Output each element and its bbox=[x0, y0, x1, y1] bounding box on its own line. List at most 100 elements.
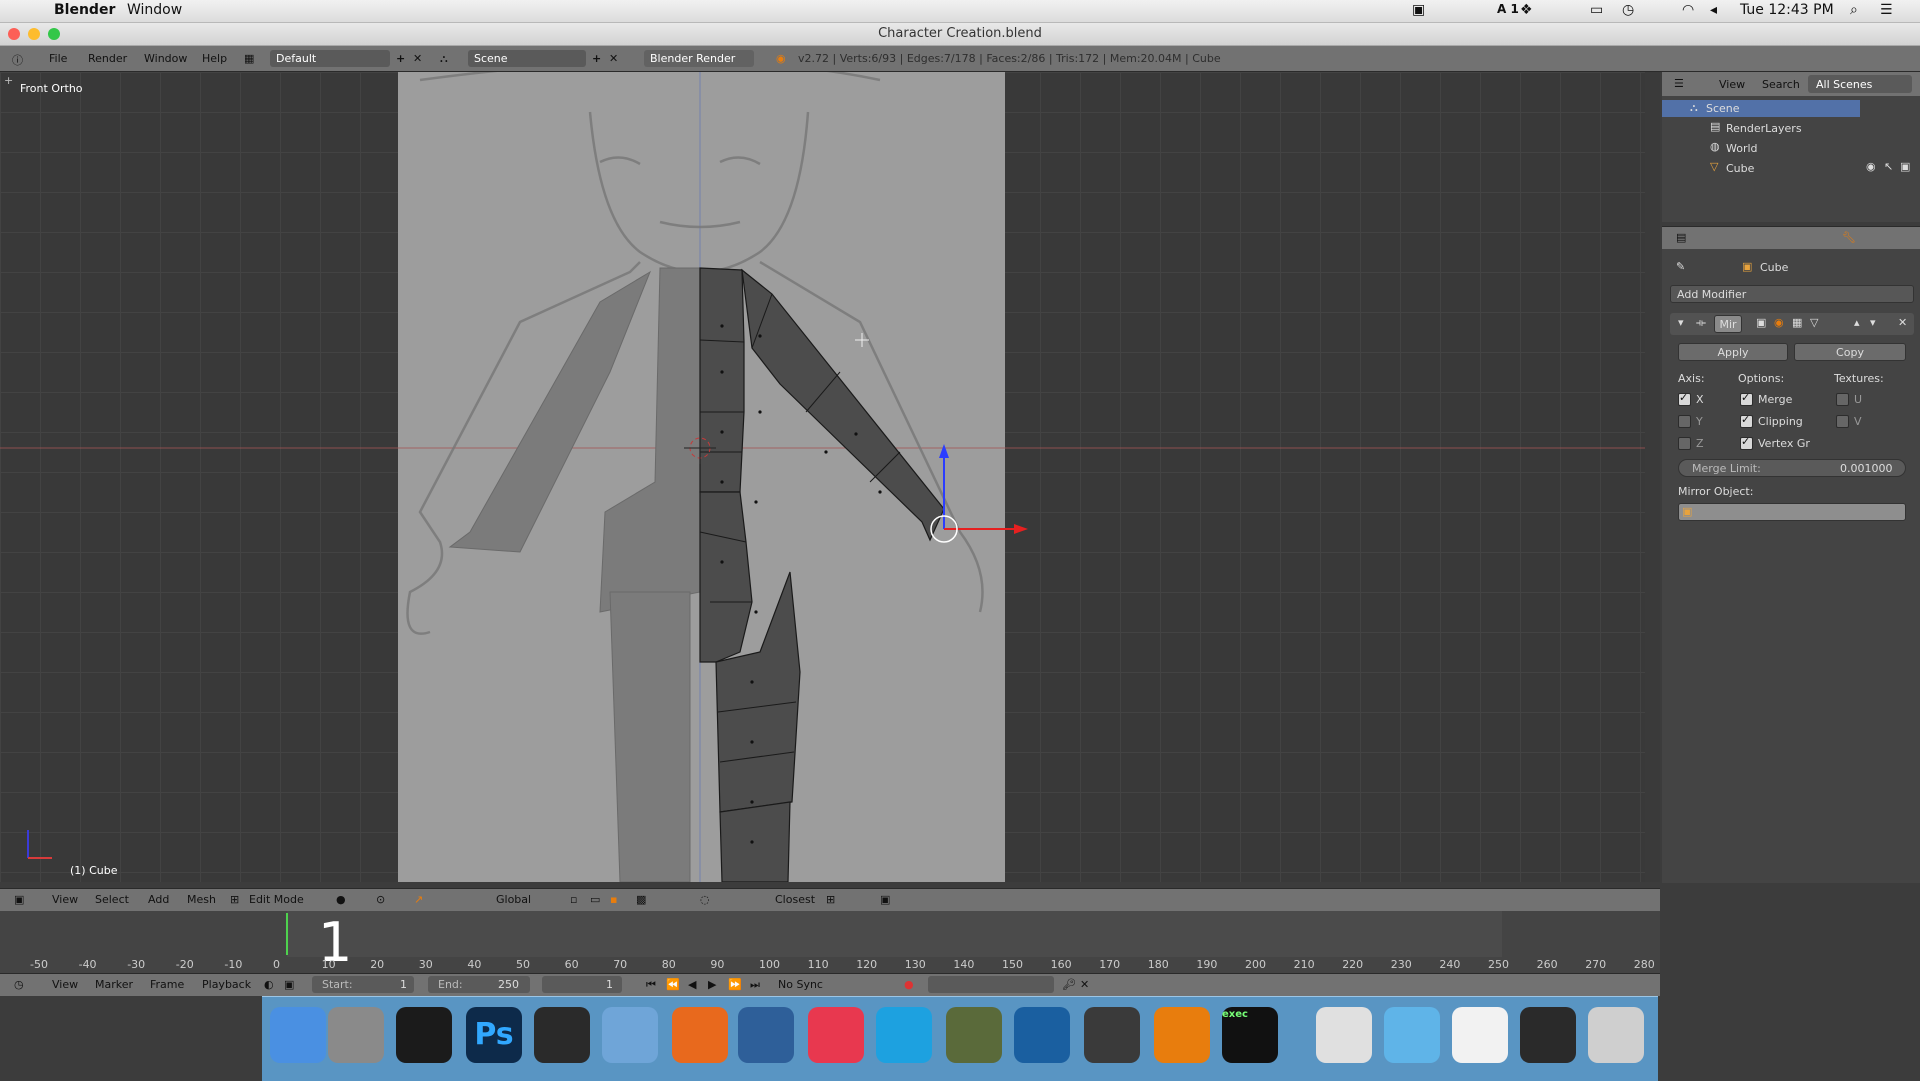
cage-display-icon[interactable]: ▽ bbox=[1810, 316, 1818, 329]
viewport-display-icon[interactable]: ◉ bbox=[1774, 316, 1784, 329]
mode-select[interactable]: Edit Mode bbox=[249, 893, 304, 906]
outliner-item-label[interactable]: Scene bbox=[1706, 102, 1740, 115]
timeline-editor-icon[interactable]: ◷ bbox=[14, 978, 24, 991]
render-display-icon[interactable]: ▦ bbox=[1792, 316, 1802, 329]
3d-viewport[interactable]: Front Ortho (1) Cube + + bbox=[0, 72, 1660, 882]
outliner-tab-view[interactable]: View bbox=[1719, 78, 1745, 91]
add-modifier-dropdown[interactable]: Add Modifier bbox=[1670, 285, 1914, 303]
vertex-select-icon[interactable]: ▫ bbox=[570, 893, 577, 906]
outliner-editor-icon[interactable]: ☰ bbox=[1674, 77, 1684, 90]
menu-window-blender[interactable]: Window bbox=[144, 52, 187, 65]
add-scene-icon[interactable]: + bbox=[592, 52, 601, 65]
jump-start-icon[interactable]: ⏮ bbox=[646, 978, 656, 992]
notification-center-icon[interactable]: ☰ bbox=[1880, 2, 1893, 18]
trash-icon[interactable] bbox=[1588, 1007, 1644, 1063]
render-camera-icon[interactable]: ▣ bbox=[1900, 160, 1910, 173]
preview-icon[interactable] bbox=[602, 1007, 658, 1063]
tl-menu-view[interactable]: View bbox=[52, 978, 78, 991]
merge-checkbox[interactable] bbox=[1740, 391, 1753, 406]
play-icon[interactable]: ▶ bbox=[708, 978, 716, 991]
close-window-button[interactable] bbox=[8, 28, 20, 40]
minimize-window-button[interactable] bbox=[28, 28, 40, 40]
apply-button[interactable]: Apply bbox=[1678, 343, 1788, 361]
tl-menu-frame[interactable]: Frame bbox=[150, 978, 184, 991]
render-engine-select[interactable]: Blender Render bbox=[644, 50, 754, 67]
delete-keyframe-icon[interactable]: ✕ bbox=[1080, 978, 1089, 991]
modifier-name-field[interactable]: Mir bbox=[1714, 315, 1742, 333]
outliner-tab-search[interactable]: Search bbox=[1762, 78, 1800, 91]
scene-field[interactable]: Scene bbox=[468, 50, 586, 67]
outliner-item-label[interactable]: World bbox=[1726, 142, 1758, 155]
play-reverse-icon[interactable]: ◀ bbox=[688, 978, 696, 991]
insert-keyframe-icon[interactable]: 🔑︎ bbox=[1062, 978, 1076, 991]
sourcetree-icon[interactable] bbox=[1014, 1007, 1070, 1063]
orientation-select[interactable]: Global bbox=[496, 893, 531, 906]
pivot-point-icon[interactable]: ⊙ bbox=[376, 893, 385, 906]
viewport-shading-icon[interactable]: ● bbox=[336, 893, 346, 906]
spotlight-icon[interactable]: ⌕ bbox=[1850, 2, 1858, 18]
menu-window[interactable]: Window bbox=[127, 2, 182, 18]
app-icon[interactable] bbox=[946, 1007, 1002, 1063]
chevron-down-icon[interactable]: ▾ bbox=[1678, 316, 1684, 329]
plus-icon[interactable]: + bbox=[4, 74, 13, 87]
modifier-tab-wrench-icon[interactable]: 🔧︎ bbox=[1842, 231, 1856, 244]
remove-scene-icon[interactable]: ✕ bbox=[609, 52, 618, 65]
zoom-window-button[interactable] bbox=[48, 28, 60, 40]
preview-range-icon[interactable]: ◐ bbox=[264, 978, 274, 991]
unity-icon[interactable] bbox=[534, 1007, 590, 1063]
folder-icon[interactable] bbox=[1384, 1007, 1440, 1063]
screen-layout-field[interactable]: Default bbox=[270, 50, 390, 67]
copy-button[interactable]: Copy bbox=[1794, 343, 1906, 361]
remove-modifier-icon[interactable]: ✕ bbox=[1898, 316, 1907, 329]
viewport-scrollbar[interactable] bbox=[1645, 72, 1660, 882]
tl-menu-playback[interactable]: Playback bbox=[202, 978, 251, 991]
wireshark-icon[interactable] bbox=[738, 1007, 794, 1063]
document-icon[interactable] bbox=[1452, 1007, 1508, 1063]
remove-screen-icon[interactable]: ✕ bbox=[413, 52, 422, 65]
menu-add[interactable]: Add bbox=[148, 893, 169, 906]
time-machine-icon[interactable]: ◷ bbox=[1622, 2, 1634, 18]
display-icon[interactable] bbox=[1520, 1007, 1576, 1063]
limit-selection-icon[interactable]: ▩ bbox=[636, 893, 646, 906]
manipulator-icon[interactable]: ↗ bbox=[414, 893, 423, 906]
volume-icon[interactable]: ◂ bbox=[1710, 2, 1717, 18]
camera-icon[interactable]: ▣ bbox=[1412, 2, 1425, 18]
axis-z-checkbox[interactable] bbox=[1678, 437, 1691, 450]
pin-icon[interactable]: ✎ bbox=[1676, 260, 1685, 273]
firefox-icon[interactable] bbox=[672, 1007, 728, 1063]
tl-menu-marker[interactable]: Marker bbox=[95, 978, 133, 991]
mirror-object-field[interactable] bbox=[1678, 503, 1906, 521]
timeline[interactable]: 1 -50 -40 -30 -20 -10 0 10 20 30 40 50 60 70 80 90 100 1… bbox=[0, 911, 1660, 974]
move-down-icon[interactable]: ▾ bbox=[1870, 316, 1876, 329]
blender-icon[interactable] bbox=[1154, 1007, 1210, 1063]
input-indicator[interactable]: A 1 bbox=[1497, 2, 1519, 16]
info-editor-icon[interactable]: ⓘ bbox=[12, 52, 23, 68]
record-icon[interactable]: ● bbox=[904, 978, 914, 991]
skype-icon[interactable] bbox=[876, 1007, 932, 1063]
select-arrow-icon[interactable]: ↖ bbox=[1884, 160, 1893, 173]
itunes-icon[interactable] bbox=[808, 1007, 864, 1063]
edit-mode-display-icon[interactable]: ▣ bbox=[1756, 316, 1766, 329]
dropbox-icon[interactable]: ❖ bbox=[1520, 2, 1533, 18]
snap-icon[interactable]: ⊞ bbox=[826, 893, 835, 906]
outliner-item-label[interactable]: RenderLayers bbox=[1726, 122, 1802, 135]
snap-select[interactable]: Closest bbox=[775, 893, 815, 906]
outliner-item-label[interactable]: Cube bbox=[1726, 162, 1754, 175]
3d-view-editor-icon[interactable]: ▣ bbox=[14, 893, 24, 906]
keying-set-field[interactable] bbox=[928, 976, 1054, 993]
texture-u-checkbox[interactable] bbox=[1836, 393, 1849, 406]
vertex-groups-checkbox[interactable] bbox=[1740, 435, 1753, 450]
render-preview-icon[interactable]: ▣ bbox=[880, 893, 890, 906]
airplay-icon[interactable]: ▭ bbox=[1590, 2, 1603, 18]
lock-range-icon[interactable]: ▣ bbox=[284, 978, 294, 991]
system-preferences-icon[interactable] bbox=[328, 1007, 384, 1063]
texture-v-checkbox[interactable] bbox=[1836, 415, 1849, 428]
clock[interactable]: Tue 12:43 PM bbox=[1740, 2, 1834, 18]
menu-view[interactable]: View bbox=[52, 893, 78, 906]
menu-mesh[interactable]: Mesh bbox=[187, 893, 216, 906]
add-screen-icon[interactable]: + bbox=[396, 52, 405, 65]
screen-layout-icon[interactable]: ▦ bbox=[244, 52, 254, 65]
axis-x-checkbox[interactable] bbox=[1678, 391, 1691, 406]
move-up-icon[interactable]: ▴ bbox=[1854, 316, 1860, 329]
next-keyframe-icon[interactable]: ⏩ bbox=[728, 978, 742, 991]
